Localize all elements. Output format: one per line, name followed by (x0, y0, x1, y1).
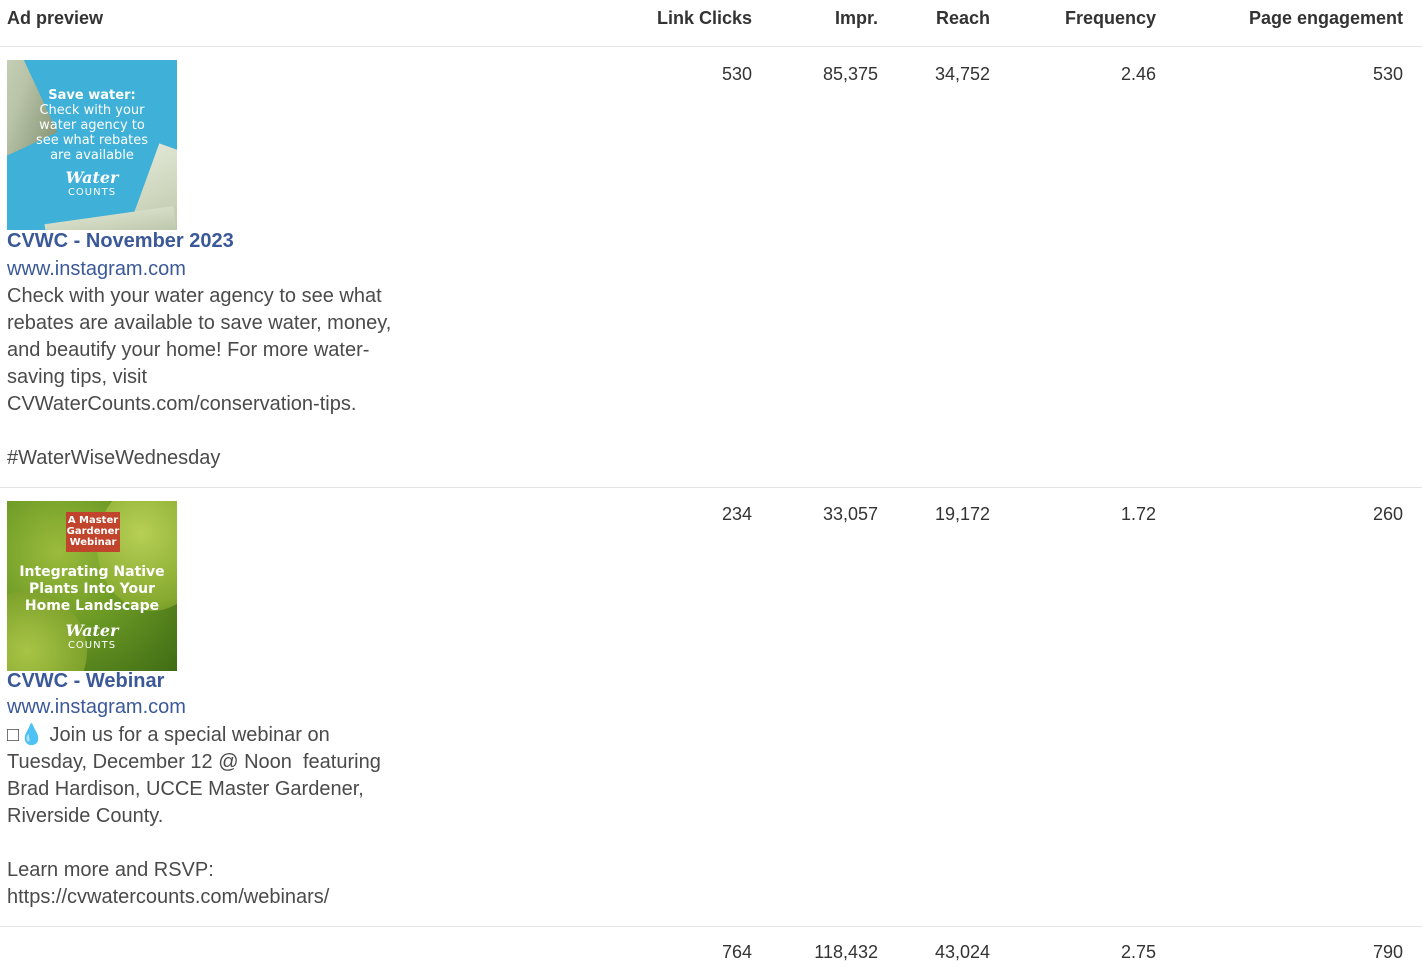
thumbnail-headline: Save water: (48, 88, 136, 103)
impressions-value: 85,375 (822, 64, 878, 84)
ad-title[interactable]: CVWC - November 2023 (7, 230, 234, 253)
column-header-ad-preview[interactable]: Ad preview (7, 8, 103, 29)
total-page-engagement: 790 (1372, 942, 1403, 962)
table-row: A Master Gardener Webinar Integrating Na… (0, 488, 1422, 927)
logo-word: Water (65, 168, 119, 187)
water-counts-logo: Water COUNTS (7, 170, 177, 200)
table-header: Ad preview Link Clicks Impr. Reach Frequ… (0, 0, 1422, 47)
ad-title[interactable]: CVWC - Webinar (7, 670, 164, 693)
ad-link[interactable]: www.instagram.com (7, 696, 186, 719)
logo-word: Water (65, 621, 119, 640)
total-link-clicks: 764 (721, 942, 752, 962)
table-row: Save water: Check with your water agency… (0, 47, 1422, 488)
ad-body-text: □💧 Join us for a special webinar on Tues… (7, 724, 381, 908)
ad-thumbnail-image[interactable]: Save water: Check with your water agency… (7, 60, 177, 230)
column-header-page-engagement[interactable]: Page engagement (1249, 8, 1403, 29)
column-header-link-clicks[interactable]: Link Clicks (657, 8, 752, 29)
ad-thumbnail-image[interactable]: A Master Gardener Webinar Integrating Na… (7, 501, 177, 671)
link-clicks-value: 234 (721, 504, 752, 524)
frequency-value: 2.46 (1120, 64, 1156, 84)
reach-value: 34,752 (934, 64, 990, 84)
thumbnail-text: Integrating Native Plants Into Your Home… (19, 564, 165, 614)
page-engagement-value: 530 (1372, 64, 1403, 84)
total-frequency: 2.75 (1120, 942, 1156, 962)
reach-value: 19,172 (934, 504, 990, 524)
total-reach: 43,024 (934, 942, 990, 962)
page-engagement-value: 260 (1372, 504, 1403, 524)
column-header-reach[interactable]: Reach (936, 8, 990, 29)
frequency-value: 1.72 (1120, 504, 1156, 524)
link-clicks-value: 530 (721, 64, 752, 84)
total-impressions: 118,432 (814, 942, 878, 962)
thumbnail-text: Check with your water agency to see what… (35, 103, 149, 163)
water-counts-logo: Water COUNTS (7, 623, 177, 653)
ad-link[interactable]: www.instagram.com (7, 258, 186, 281)
ad-body-text: Check with your water agency to see what… (7, 285, 392, 469)
ad-performance-table: Ad preview Link Clicks Impr. Reach Frequ… (0, 0, 1422, 967)
impressions-value: 33,057 (822, 504, 878, 524)
totals-row: 764 118,432 43,024 2.75 790 (0, 927, 1422, 967)
column-header-frequency[interactable]: Frequency (1065, 8, 1156, 29)
dollar-bill-graphic (44, 206, 177, 230)
webinar-badge: A Master Gardener Webinar (66, 512, 120, 552)
column-header-impressions[interactable]: Impr. (835, 8, 878, 29)
logo-subtext: COUNTS (67, 640, 117, 651)
logo-subtext: COUNTS (67, 187, 117, 198)
